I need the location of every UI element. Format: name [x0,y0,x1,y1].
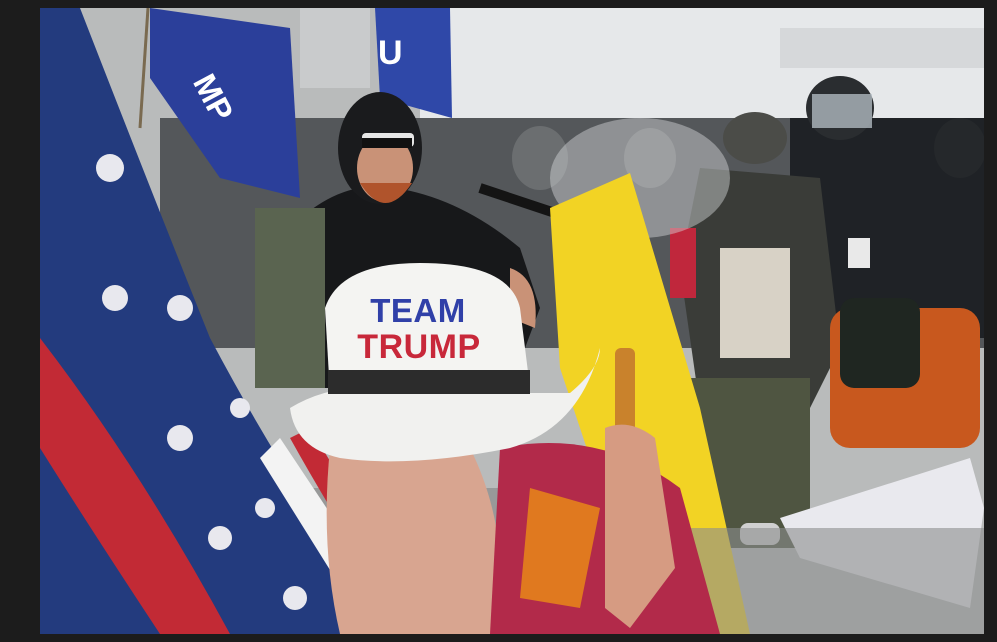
flag-star [167,295,193,321]
flag-star [96,154,124,182]
hat-text-team: TEAM [370,292,466,329]
flag-star [230,398,250,418]
flag-star [255,498,275,518]
flag-star [102,285,128,311]
hat-text-trump: TRUMP [357,328,481,366]
white-tshirt [720,248,790,358]
flag-star [167,425,193,451]
american-flag-patch [670,228,696,298]
police-officer-right [934,118,984,178]
coffee-cup [848,238,870,268]
woman-face [326,438,502,634]
statue [300,8,370,88]
black-backpack [840,298,920,388]
green-jacket-person [255,208,325,388]
police-visor [812,94,872,128]
hat-band [328,370,530,394]
photograph: TEAM TRUMP MP U [40,8,984,634]
capitol-steps [680,528,984,634]
building-balustrade [780,28,984,68]
flag-star [208,526,232,550]
bucket-hat [723,112,787,164]
right-flag-text: U [378,34,403,72]
flag-star [283,586,307,610]
image-frame: TEAM TRUMP MP U [0,0,997,642]
glasses [362,138,412,148]
photo-scene [40,8,984,634]
